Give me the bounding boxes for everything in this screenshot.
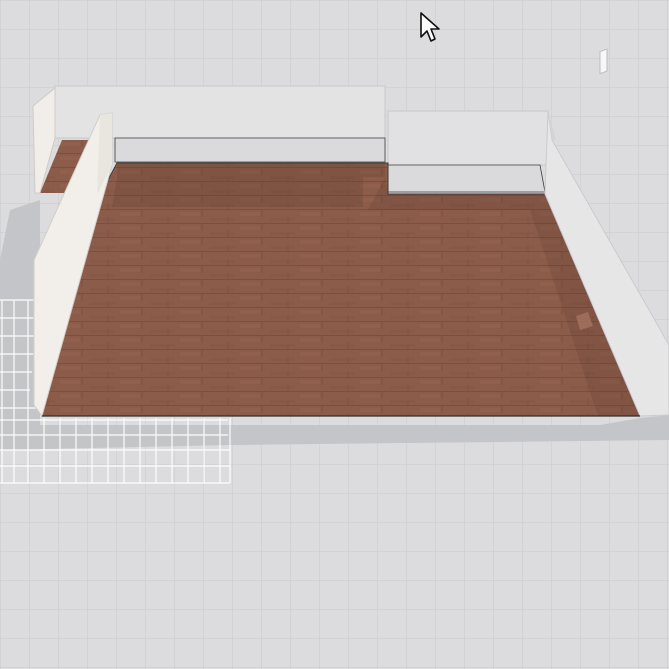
inner-wall-right-room: [387, 164, 546, 193]
inner-wall-top: [114, 137, 386, 163]
floor-wall-shadow-top: [112, 163, 385, 207]
arrow-pointer-icon: [420, 12, 440, 42]
3d-scene[interactable]: [0, 0, 669, 669]
3d-floor-plan-viewport[interactable]: [0, 0, 669, 669]
back-wall-right-room[interactable]: [387, 110, 549, 166]
window[interactable]: [599, 48, 608, 75]
